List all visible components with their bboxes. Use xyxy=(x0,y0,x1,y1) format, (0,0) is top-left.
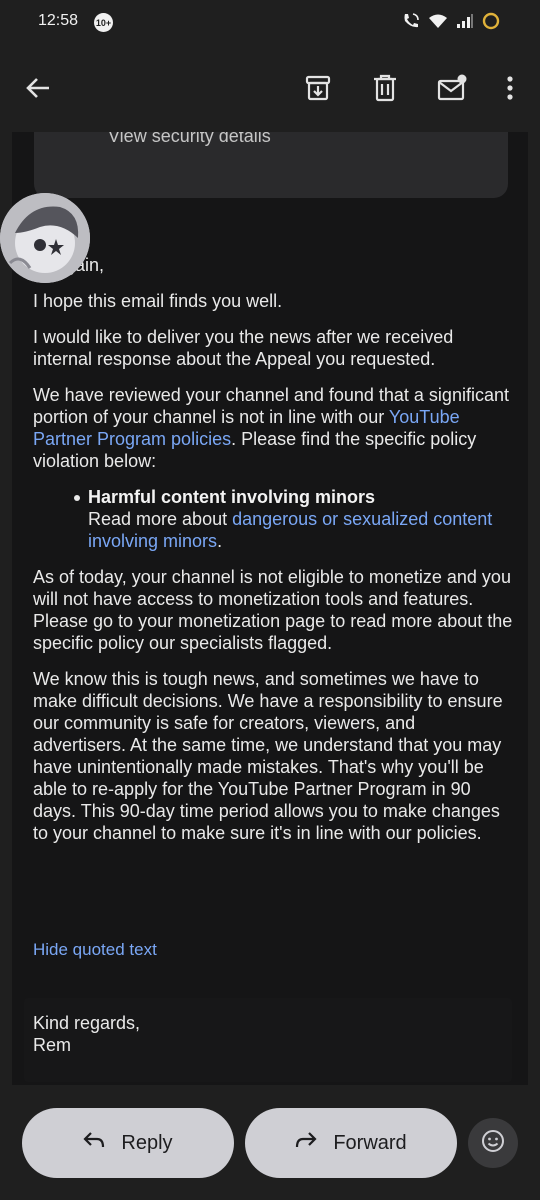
status-bar: 12:58 10+ xyxy=(0,0,540,46)
violation-title: Harmful content involving minors xyxy=(88,487,376,507)
paragraph: I hope this email finds you well. xyxy=(33,291,283,311)
sender-name: Rem xyxy=(33,1035,72,1055)
read-more-text: Read more about xyxy=(88,509,233,529)
period-text: . xyxy=(217,531,223,551)
emoji-reaction-button[interactable] xyxy=(468,1118,518,1168)
bottom-action-bar: Reply Forward xyxy=(0,1085,540,1200)
forward-label: Forward xyxy=(333,1131,407,1154)
paragraph: We have reviewed your channel and found … xyxy=(33,384,513,472)
policy-violation-item: Harmful content involving minors Read mo… xyxy=(33,486,513,552)
email-body: Hi again, I hope this email finds you we… xyxy=(33,254,513,858)
email-card: View security details Hi again, I hope t… xyxy=(0,132,528,1085)
signal-icon xyxy=(456,13,474,34)
wifi-icon xyxy=(428,13,448,34)
signoff: Kind regards, Rem xyxy=(33,1012,140,1056)
app-bar xyxy=(0,46,540,132)
notification-badge: 10+ xyxy=(94,13,113,32)
paragraph: I would like to deliver you the news aft… xyxy=(33,327,454,369)
smiley-icon xyxy=(481,1129,505,1158)
paragraph: As of today, your channel is not eligibl… xyxy=(33,567,513,653)
greeting: Hi again, xyxy=(33,254,513,276)
battery-ring-icon xyxy=(482,12,500,35)
reply-arrow-icon xyxy=(83,1131,105,1155)
reply-label: Reply xyxy=(121,1131,173,1154)
violation-detail: Read more about dangerous or sexualized … xyxy=(88,508,513,552)
paragraph: We know this is tough news, and sometime… xyxy=(33,669,503,843)
email-content-area: View security details Hi again, I hope t… xyxy=(0,132,540,1085)
signoff-line: Kind regards, xyxy=(33,1013,141,1033)
delete-icon[interactable] xyxy=(363,66,407,110)
avatar[interactable] xyxy=(0,193,90,283)
wifi-calling-icon xyxy=(402,12,420,35)
more-vert-icon[interactable] xyxy=(488,66,532,110)
hide-quoted-text-link[interactable]: Hide quoted text xyxy=(33,940,157,960)
archive-icon[interactable] xyxy=(296,66,340,110)
status-icons xyxy=(402,12,500,35)
view-security-details-link[interactable]: View security details xyxy=(108,132,271,147)
status-time: 12:58 xyxy=(38,12,79,29)
security-details-box: View security details xyxy=(34,132,508,198)
reply-button[interactable]: Reply xyxy=(22,1108,234,1178)
forward-button[interactable]: Forward xyxy=(245,1108,457,1178)
back-arrow-icon[interactable] xyxy=(16,66,60,110)
forward-arrow-icon xyxy=(295,1131,317,1155)
bullet-icon xyxy=(74,495,80,501)
mark-unread-icon[interactable] xyxy=(430,66,474,110)
